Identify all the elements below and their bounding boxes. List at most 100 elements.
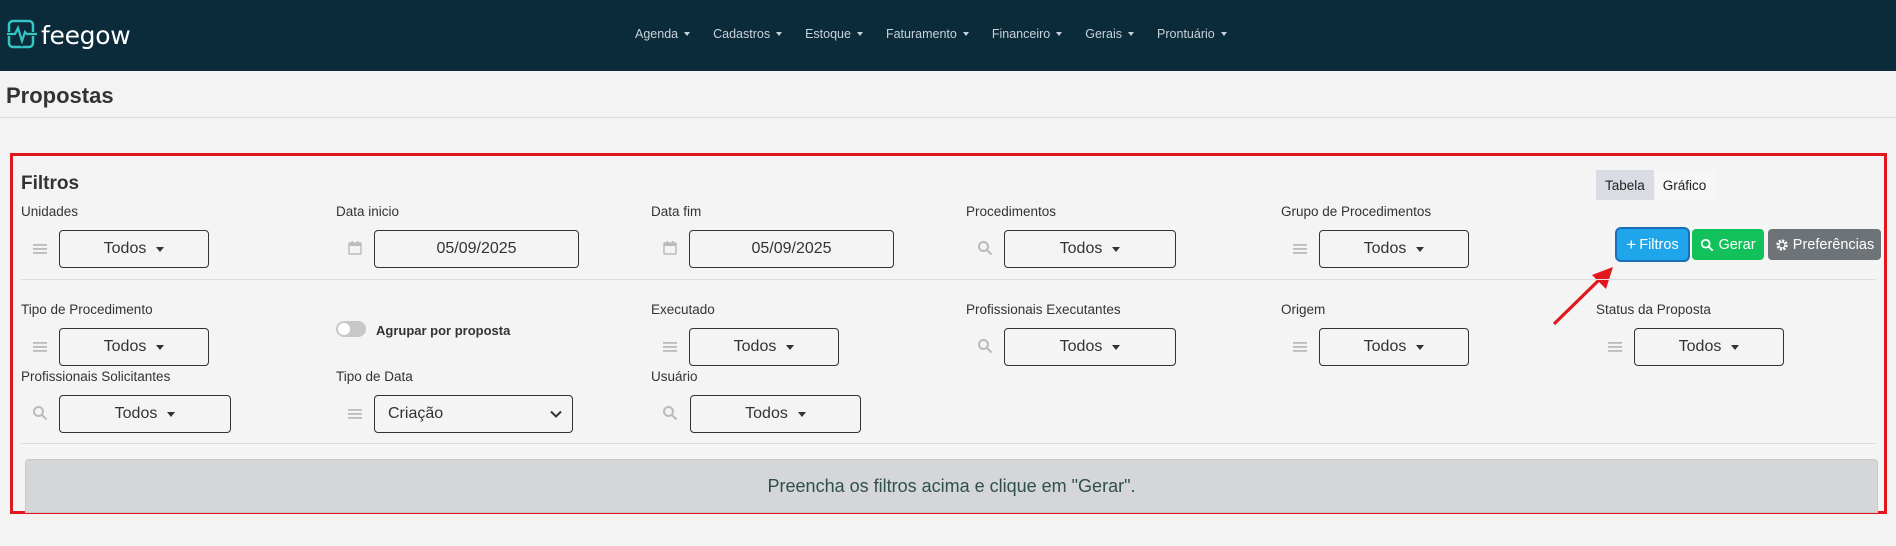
date-value: 05/09/2025 <box>436 240 517 257</box>
divider <box>21 443 1876 444</box>
menu-item-faturamento[interactable]: Faturamento <box>886 27 969 41</box>
menu-label: Estoque <box>805 27 851 41</box>
caret-down-icon <box>156 246 165 252</box>
origem-label: Origem <box>1281 302 1326 317</box>
procedimentos-dropdown[interactable]: Todos <box>1004 230 1176 268</box>
gerar-button[interactable]: Gerar <box>1692 229 1764 260</box>
menu-label: Cadastros <box>713 27 771 41</box>
list-icon <box>33 244 47 254</box>
chevron-down-icon <box>550 410 562 418</box>
tipo-data-label: Tipo de Data <box>336 369 413 384</box>
search-icon <box>663 406 678 421</box>
date-value: 05/09/2025 <box>751 240 832 257</box>
dropdown-value: Todos <box>103 338 147 355</box>
unidades-dropdown[interactable]: Todos <box>59 230 209 268</box>
dropdown-value: Todos <box>1363 240 1407 257</box>
list-icon <box>663 342 677 352</box>
prof-solicitantes-label: Profissionais Solicitantes <box>21 369 171 384</box>
add-filters-button[interactable]: + Filtros <box>1617 229 1688 260</box>
list-icon <box>33 342 47 352</box>
empty-state-message: Preencha os filtros acima e clique em "G… <box>25 459 1878 513</box>
dropdown-value: Todos <box>1678 338 1722 355</box>
tipo-data-select[interactable]: Criação <box>374 395 573 433</box>
menu-item-prontuario[interactable]: Prontuário <box>1157 27 1227 41</box>
prof-executantes-label: Profissionais Executantes <box>966 302 1121 317</box>
feegow-logo[interactable]: feegow <box>7 19 131 51</box>
executado-label: Executado <box>651 302 715 317</box>
origem-dropdown[interactable]: Todos <box>1319 328 1469 366</box>
prof-executantes-dropdown[interactable]: Todos <box>1004 328 1176 366</box>
list-icon <box>1293 244 1307 254</box>
data-inicio-label: Data inicio <box>336 204 400 219</box>
dropdown-value: Todos <box>1363 338 1407 355</box>
tipo-procedimento-label: Tipo de Procedimento <box>21 302 153 317</box>
data-inicio-input[interactable]: 05/09/2025 <box>374 230 579 268</box>
menu-label: Gerais <box>1085 27 1123 41</box>
caret-down-icon <box>684 32 691 36</box>
message-text: Preencha os filtros acima e clique em "G… <box>767 475 1136 496</box>
calendar-icon <box>663 241 677 255</box>
grupo-procedimentos-dropdown[interactable]: Todos <box>1319 230 1469 268</box>
caret-down-icon <box>1416 246 1425 252</box>
gear-icon <box>1776 238 1788 251</box>
search-icon <box>978 339 993 354</box>
annotation-arrow-icon <box>1552 267 1613 326</box>
search-icon <box>978 241 993 256</box>
dropdown-value: Todos <box>114 405 158 422</box>
executado-dropdown[interactable]: Todos <box>689 328 839 366</box>
procedimentos-label: Procedimentos <box>966 204 1057 219</box>
page-title: Propostas <box>6 83 114 108</box>
caret-down-icon <box>1056 32 1063 36</box>
menu-label: Financeiro <box>991 27 1051 41</box>
dropdown-value: Todos <box>1059 240 1103 257</box>
caret-down-icon <box>797 411 806 417</box>
select-value: Criação <box>388 405 444 422</box>
list-icon <box>1293 342 1307 352</box>
status-proposta-dropdown[interactable]: Todos <box>1634 328 1784 366</box>
menu-item-gerais[interactable]: Gerais <box>1085 27 1135 41</box>
prof-solicitantes-dropdown[interactable]: Todos <box>59 395 231 433</box>
caret-down-icon <box>167 411 176 417</box>
menu-label: Agenda <box>635 27 679 41</box>
data-fim-input[interactable]: 05/09/2025 <box>689 230 894 268</box>
list-icon <box>348 409 362 419</box>
menu-item-financeiro[interactable]: Financeiro <box>991 27 1063 41</box>
unidades-label: Unidades <box>21 204 79 219</box>
caret-down-icon <box>856 32 863 36</box>
menu-item-cadastros[interactable]: Cadastros <box>713 27 783 41</box>
agrupar-toggle[interactable] <box>336 321 366 337</box>
logo-mark-icon <box>7 19 37 49</box>
tab-grafico[interactable]: Gráfico <box>1653 170 1716 200</box>
button-label: Gerar <box>1718 236 1756 253</box>
caret-down-icon <box>1112 246 1121 252</box>
agrupar-label: Agrupar por proposta <box>376 323 511 338</box>
menu-label: Prontuário <box>1157 27 1215 41</box>
caret-down-icon <box>1731 344 1740 350</box>
main-menu: Agenda Cadastros Estoque Faturamento Fin… <box>635 27 1250 41</box>
tab-tabela[interactable]: Tabela <box>1596 170 1654 200</box>
usuario-dropdown[interactable]: Todos <box>690 395 861 433</box>
top-navbar: feegow Agenda Cadastros Estoque Faturame… <box>0 0 1896 71</box>
search-icon <box>1701 238 1714 251</box>
divider <box>21 279 1876 280</box>
button-label: Filtros <box>1639 236 1679 253</box>
divider <box>0 117 1896 118</box>
tipo-procedimento-dropdown[interactable]: Todos <box>59 328 209 366</box>
caret-down-icon <box>156 344 165 350</box>
caret-down-icon <box>1416 344 1425 350</box>
usuario-label: Usuário <box>651 369 698 384</box>
caret-down-icon <box>776 32 783 36</box>
menu-item-agenda[interactable]: Agenda <box>635 27 691 41</box>
menu-item-estoque[interactable]: Estoque <box>805 27 863 41</box>
toggle-knob <box>338 323 350 335</box>
caret-down-icon <box>1112 344 1121 350</box>
menu-label: Faturamento <box>885 27 957 41</box>
caret-down-icon <box>1128 32 1135 36</box>
search-icon <box>33 406 48 421</box>
dropdown-value: Todos <box>733 338 777 355</box>
data-fim-label: Data fim <box>651 204 702 219</box>
preferencias-button[interactable]: Preferências <box>1768 229 1881 260</box>
dropdown-value: Todos <box>103 240 147 257</box>
list-icon <box>1608 342 1622 352</box>
caret-down-icon <box>962 32 969 36</box>
